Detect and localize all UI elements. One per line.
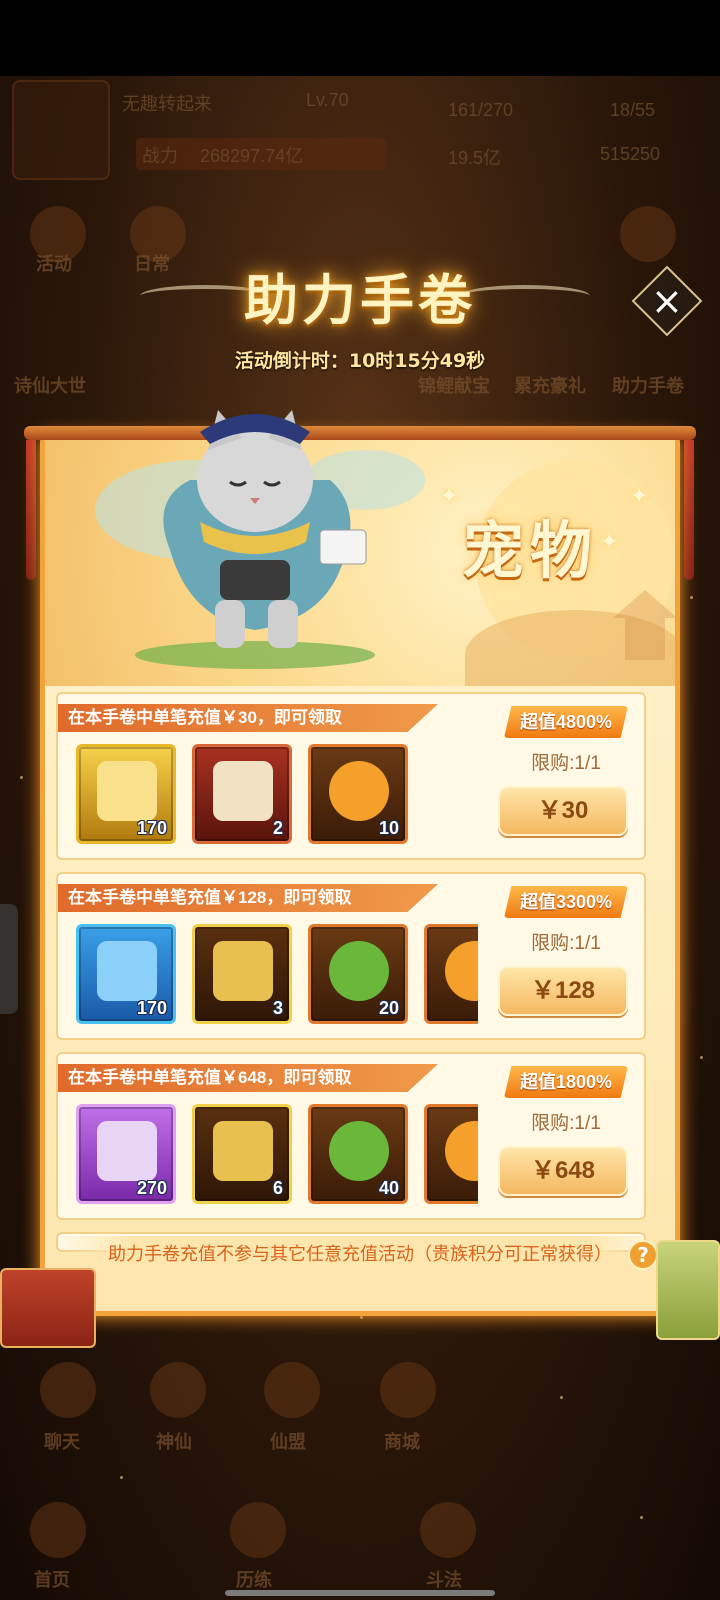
menu-icon-right[interactable]	[620, 206, 676, 262]
gift-box-icon	[656, 1240, 720, 1340]
reward-item[interactable]: 10	[308, 744, 408, 844]
reward-list: 170 2 10	[76, 744, 478, 848]
sparkle-icon: ✦	[630, 484, 649, 509]
side-drawer-tab[interactable]	[0, 904, 18, 1014]
golden-scroll-icon	[213, 1121, 273, 1181]
player-avatar[interactable]	[12, 80, 110, 180]
sparkle-icon: ✦	[440, 484, 459, 509]
reward-item[interactable]: 2	[192, 744, 292, 844]
player-level: Lv.70	[306, 90, 349, 110]
sparkle-icon: ✦	[600, 530, 619, 555]
tassel-left	[26, 440, 36, 580]
bg-label-alliance: 仙盟	[270, 1432, 306, 1452]
offer-requirement: 在本手卷中单笔充值￥30，即可领取	[58, 704, 438, 732]
currency-gems: 515250	[600, 144, 661, 164]
chat-icon[interactable]	[40, 1362, 96, 1418]
purchase-limit: 限购:1/1	[531, 1113, 601, 1134]
bg-label-immortal: 神仙	[156, 1432, 192, 1452]
scroll-icon	[213, 761, 273, 821]
reward-item[interactable]: 3	[192, 924, 292, 1024]
golden-chest-icon	[97, 761, 157, 821]
reward-list[interactable]: 270 6 40	[76, 1104, 478, 1208]
offer-card-2: 在本手卷中单笔充值￥128，即可领取 170 3 20 超值3300% 限购:1…	[56, 872, 646, 1040]
currency-gold: 19.5亿	[448, 148, 502, 168]
value-badge: 超值1800%	[504, 1066, 628, 1098]
player-name: 无趣转起来	[122, 94, 212, 114]
blue-chest-icon	[97, 941, 157, 1001]
status-bar	[0, 0, 720, 76]
energy-counter: 18/55	[610, 100, 656, 120]
stamina-counter: 161/270	[448, 100, 514, 120]
golden-scroll-icon	[213, 941, 273, 1001]
duel-icon[interactable]	[420, 1502, 476, 1558]
shop-icon[interactable]	[380, 1362, 436, 1418]
bg-label-recharge: 累充豪礼	[514, 376, 586, 396]
power-value: 268297.74亿	[200, 146, 304, 166]
reward-item[interactable]: 170	[76, 924, 176, 1024]
item-count: 6	[272, 1178, 283, 1198]
category-title: 宠物	[462, 514, 599, 587]
item-count: 270	[136, 1178, 167, 1198]
gift-box-icon	[0, 1268, 96, 1348]
tassel-right	[684, 440, 694, 580]
close-icon: ×	[651, 279, 683, 323]
value-badge: 超值3300%	[504, 886, 628, 918]
bg-label-shop: 商城	[384, 1432, 420, 1452]
item-count: 170	[136, 998, 167, 1018]
buy-button[interactable]: ￥128	[498, 966, 628, 1016]
reward-item[interactable]: 20	[308, 924, 408, 1024]
bg-label-trial: 历练	[236, 1570, 272, 1590]
footer-note: 助力手卷充值不参与其它任意充值活动（贵族积分可正常获得）	[60, 1236, 660, 1276]
orange-slime-pet-icon	[445, 1121, 478, 1181]
bg-label-assist: 助力手卷	[612, 376, 684, 396]
bg-label-poet: 诗仙大世	[14, 376, 86, 396]
offer-card-3: 在本手卷中单笔充值￥648，即可领取 270 6 40 超值1800% 限购:1…	[56, 1052, 646, 1220]
bg-label-duel: 斗法	[426, 1570, 462, 1590]
reward-item[interactable]: 6	[192, 1104, 292, 1204]
item-count: 3	[272, 998, 283, 1018]
countdown: 活动倒计时：10时15分49秒	[0, 346, 720, 373]
home-indicator[interactable]	[225, 1590, 495, 1596]
bg-label-chat: 聊天	[44, 1432, 80, 1452]
orange-slime-pet-icon	[445, 941, 478, 1001]
offer-requirement: 在本手卷中单笔充值￥128，即可领取	[58, 884, 438, 912]
item-count: 2	[272, 818, 283, 838]
buy-button[interactable]: ￥30	[498, 786, 628, 836]
popup-title: 助力手卷	[244, 268, 476, 332]
immortal-icon[interactable]	[150, 1362, 206, 1418]
help-icon[interactable]: ?	[628, 1240, 658, 1270]
cat-scholar-pet-illustration	[135, 410, 375, 669]
countdown-value: 10时15分49秒	[348, 350, 486, 372]
reward-list[interactable]: 170 3 20	[76, 924, 478, 1028]
purchase-limit: 限购:1/1	[531, 753, 601, 774]
green-herb-icon	[329, 1121, 389, 1181]
item-count: 20	[378, 998, 399, 1018]
item-count: 10	[378, 818, 399, 838]
reward-item[interactable]: 40	[308, 1104, 408, 1204]
buy-button[interactable]: ￥648	[498, 1146, 628, 1196]
purple-cat-chest-icon	[97, 1121, 157, 1181]
item-count: 40	[378, 1178, 399, 1198]
home-icon[interactable]	[30, 1502, 86, 1558]
bg-label-home: 首页	[34, 1570, 70, 1590]
bg-label-koi: 锦鲤献宝	[418, 376, 490, 396]
countdown-label: 活动倒计时：	[234, 350, 349, 372]
item-count: 170	[136, 818, 167, 838]
offer-requirement: 在本手卷中单笔充值￥648，即可领取	[58, 1064, 438, 1092]
reward-item[interactable]: 270	[76, 1104, 176, 1204]
alliance-icon[interactable]	[264, 1362, 320, 1418]
orange-slime-pet-icon	[329, 761, 389, 821]
reward-item[interactable]: 170	[76, 744, 176, 844]
purchase-limit: 限购:1/1	[531, 933, 601, 954]
reward-item[interactable]	[424, 924, 478, 1024]
trial-icon[interactable]	[230, 1502, 286, 1558]
power-label: 战力	[142, 146, 178, 166]
offer-card-1: 在本手卷中单笔充值￥30，即可领取 170 2 10 超值4800% 限购:1/…	[56, 692, 646, 860]
green-herb-icon	[329, 941, 389, 1001]
value-badge: 超值4800%	[504, 706, 628, 738]
reward-item[interactable]	[424, 1104, 478, 1204]
